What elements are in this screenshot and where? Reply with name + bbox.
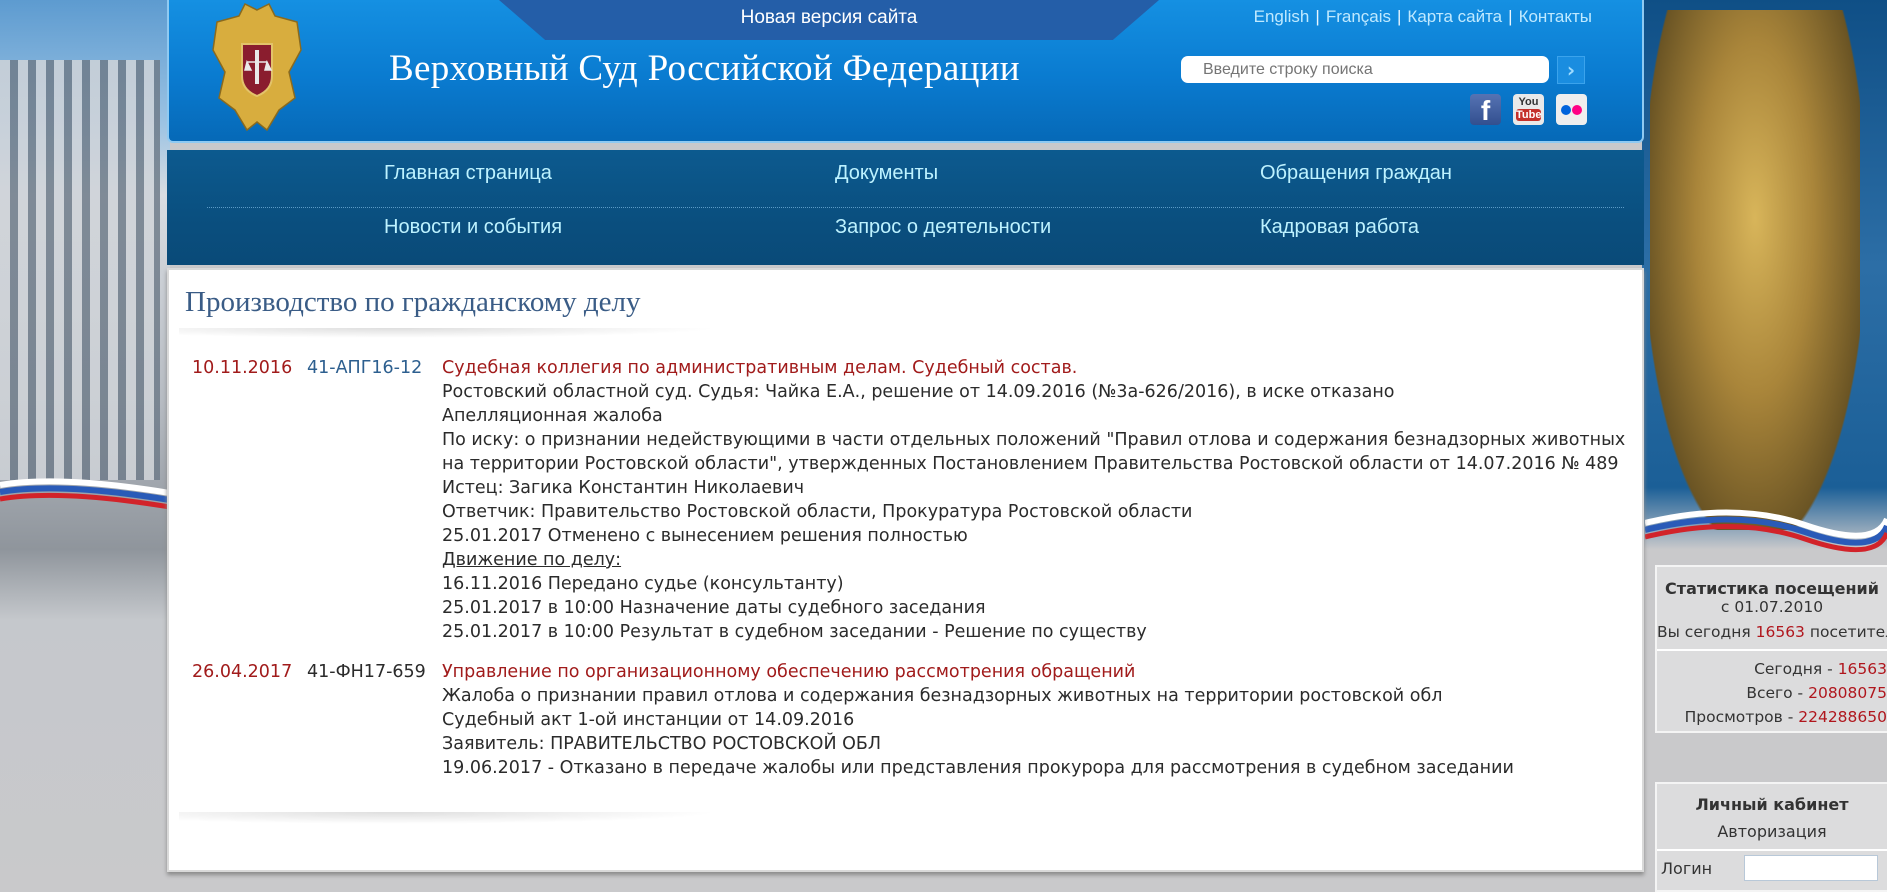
case-movement-item: 25.01.2017 в 10:00 Результат в судебном … <box>442 622 1147 642</box>
search-button[interactable]: › <box>1557 56 1585 84</box>
facebook-icon[interactable]: f <box>1470 94 1501 126</box>
chevron-right-icon: › <box>1566 58 1576 82</box>
title-underline-shadow <box>179 328 719 338</box>
content-panel: Производство по гражданскому делу 10.11.… <box>167 268 1644 872</box>
stats-divider <box>1657 649 1887 651</box>
case-body: Управление по организационному обеспечен… <box>442 660 1642 780</box>
case-line: Заявитель: ПРАВИТЕЛЬСТВО РОСТОВСКОЙ ОБЛ <box>442 734 882 754</box>
case-number: 41-ФН17-659 <box>307 662 426 682</box>
flag-ribbon-left <box>0 478 170 510</box>
link-english[interactable]: English <box>1254 7 1310 26</box>
stats-total-label: Всего - <box>1746 684 1804 702</box>
stats-views-label: Просмотров - <box>1684 708 1794 726</box>
bottom-shadow <box>179 812 719 824</box>
stats-you-today: Вы сегодня 16563 посетитель <box>1657 623 1887 641</box>
nav-item-appeals[interactable]: Обращения граждан <box>1260 162 1452 185</box>
separator: | <box>1397 7 1402 26</box>
youtube-label-bottom: Tube <box>1516 109 1542 121</box>
nav-item-activity-request[interactable]: Запрос о деятельности <box>835 216 1051 239</box>
case-date: 10.11.2016 <box>192 358 293 378</box>
link-sitemap[interactable]: Карта сайта <box>1407 7 1502 26</box>
nav-divider <box>207 207 1624 208</box>
building-image <box>0 60 160 480</box>
page-title: Производство по гражданскому делу <box>185 286 641 318</box>
case-movement-item: 16.11.2016 Передано судье (консультанту) <box>442 574 844 594</box>
search-input[interactable] <box>1181 56 1549 83</box>
login-row: Логин <box>1657 855 1887 881</box>
nav-item-home[interactable]: Главная страница <box>384 162 552 185</box>
case-line: Ростовский областной суд. Судья: Чайка Е… <box>442 382 1395 402</box>
case-movement-item: 25.01.2017 в 10:00 Назначение даты судеб… <box>442 598 986 618</box>
case-number[interactable]: 41-АПГ16-12 <box>307 356 422 380</box>
case-heading: Судебная коллегия по административным де… <box>442 358 1078 378</box>
stats-title: Статистика посещений <box>1665 579 1879 598</box>
case-line: 19.06.2017 - Отказано в передаче жалобы … <box>442 758 1514 778</box>
separator: | <box>1315 7 1320 26</box>
stats-you-suffix: посетитель <box>1809 623 1887 641</box>
flickr-pink-dot <box>1572 105 1582 115</box>
new-version-link[interactable]: Новая версия сайта <box>499 0 1159 40</box>
coat-of-arms-icon <box>212 2 302 132</box>
youtube-icon[interactable]: You Tube <box>1513 94 1544 125</box>
cabinet-subtitle: Авторизация <box>1717 822 1827 841</box>
flag-ribbon-right <box>1645 509 1887 553</box>
case-heading: Управление по организационному обеспечен… <box>442 662 1136 682</box>
new-version-label[interactable]: Новая версия сайта <box>499 0 1159 36</box>
themis-statue-image <box>1650 10 1860 530</box>
stats-total-value: 20808075 <box>1808 684 1887 702</box>
login-label: Логин <box>1661 858 1713 878</box>
stats-since: с 01.07.2010 <box>1720 598 1824 616</box>
separator: | <box>1508 7 1513 26</box>
link-contacts[interactable]: Контакты <box>1519 7 1592 26</box>
case-line: Жалоба о признании правил отлова и содер… <box>442 686 1443 706</box>
case-date: 26.04.2017 <box>192 662 293 682</box>
case-line: 25.01.2017 Отменено с вынесением решения… <box>442 526 968 546</box>
facebook-glyph: f <box>1480 95 1491 126</box>
nav-item-news[interactable]: Новости и события <box>384 216 562 239</box>
stats-views-value: 224288650 <box>1798 708 1887 726</box>
flickr-blue-dot <box>1561 105 1571 115</box>
main-nav: Главная страница Документы Обращения гра… <box>167 150 1644 265</box>
stats-today-label: Сегодня - <box>1754 660 1833 678</box>
case-line: Судебный акт 1-ой инстанции от 14.09.201… <box>442 710 855 730</box>
cabinet-divider <box>1657 849 1887 851</box>
site-title: Верховный Суд Российской Федерации <box>389 48 1020 89</box>
stats-total-row: Всего - 20808075 <box>1657 681 1887 705</box>
stats-you-value: 16563 <box>1755 623 1805 641</box>
case-movement-label: Движение по делу: <box>442 550 622 570</box>
case-line: Ответчик: Правительство Ростовской облас… <box>442 502 1193 522</box>
nav-item-personnel[interactable]: Кадровая работа <box>1260 216 1419 239</box>
personal-cabinet-widget: Личный кабинет Авторизация Логин <box>1655 782 1887 892</box>
stats-you-prefix: Вы сегодня <box>1657 623 1751 641</box>
case-line: Апелляционная жалоба <box>442 406 663 426</box>
case-line: По иску: о признании недействующими в ча… <box>442 430 1626 474</box>
case-body: Судебная коллегия по административным де… <box>442 356 1642 644</box>
site-header: Новая версия сайта Верховный Суд Российс… <box>167 0 1644 143</box>
cabinet-title: Личный кабинет <box>1695 795 1849 814</box>
stats-today-row: Сегодня - 16563 <box>1657 657 1887 681</box>
youtube-label-top: You <box>1518 96 1539 108</box>
stats-views-row: Просмотров - 224288650 <box>1657 705 1887 729</box>
flickr-icon[interactable] <box>1556 94 1587 125</box>
nav-item-documents[interactable]: Документы <box>835 162 938 185</box>
case-line: Истец: Загика Константин Николаевич <box>442 478 805 498</box>
top-links: English | Français | Карта сайта | Контакты <box>1254 7 1592 27</box>
stats-today-value: 16563 <box>1837 660 1887 678</box>
visit-stats-widget: Статистика посещений с 01.07.2010 Вы сег… <box>1655 565 1887 733</box>
login-input[interactable] <box>1744 855 1879 881</box>
link-francais[interactable]: Français <box>1326 7 1391 26</box>
